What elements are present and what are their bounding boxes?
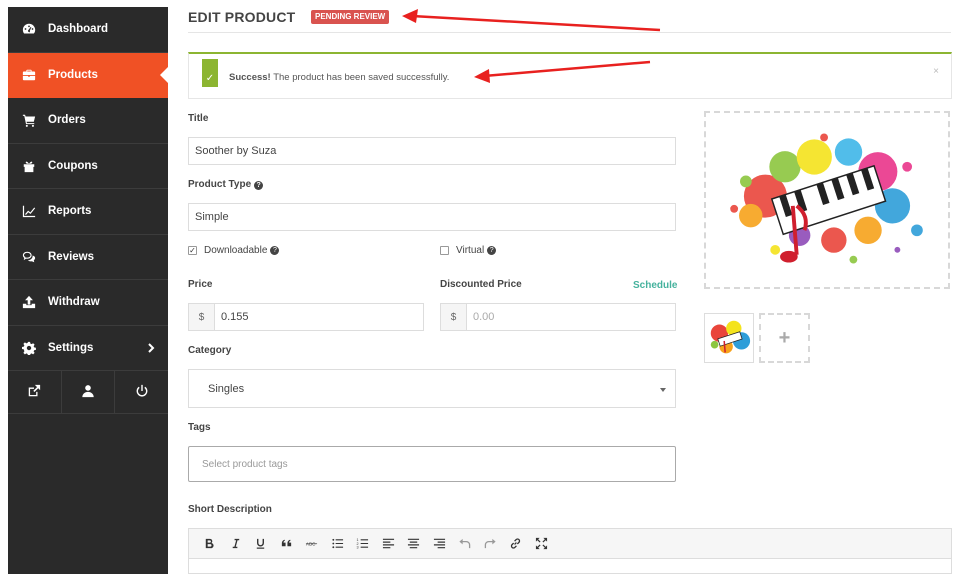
question-icon[interactable]: ?: [487, 246, 497, 255]
gear-icon: [22, 341, 48, 355]
cart-icon: [22, 113, 48, 128]
briefcase-icon: [22, 68, 48, 82]
featured-image[interactable]: [704, 111, 950, 289]
alert-message: Success! The product has been saved succ…: [229, 72, 449, 83]
blockquote-icon[interactable]: [274, 533, 300, 555]
virtual-checkbox[interactable]: Virtual ?: [440, 245, 497, 256]
sidebar-item-label: Orders: [48, 114, 86, 127]
italic-icon[interactable]: [223, 533, 249, 555]
sidebar-item-label: Reviews: [48, 250, 95, 263]
chart-icon: [22, 204, 48, 218]
virtual-label: Virtual: [456, 245, 485, 256]
question-icon[interactable]: ?: [254, 181, 264, 190]
align-left-icon[interactable]: [376, 533, 402, 555]
sidebar-item-reviews[interactable]: Reviews: [8, 235, 168, 280]
align-right-icon[interactable]: [427, 533, 453, 555]
sidebar-item-products[interactable]: Products: [8, 52, 169, 98]
discounted-price-label: Discounted Price: [440, 279, 522, 290]
chevron-right-icon: [146, 343, 156, 353]
sidebar-tools: [8, 371, 168, 414]
sidebar-item-withdraw[interactable]: Withdraw: [8, 280, 168, 326]
visit-store-button[interactable]: [8, 371, 62, 413]
sidebar-item-label: Dashboard: [48, 23, 109, 36]
downloadable-checkbox[interactable]: ✓ Downloadable ?: [188, 245, 280, 256]
sidebar-item-reports[interactable]: Reports: [8, 189, 168, 235]
downloadable-label: Downloadable: [204, 245, 268, 256]
success-alert: ✓ Success! The product has been saved su…: [188, 52, 952, 99]
svg-text:3: 3: [357, 546, 359, 550]
editor-toolbar: ABC 123: [189, 529, 951, 559]
numbered-list-icon[interactable]: 123: [350, 533, 376, 555]
price-label: Price: [188, 279, 213, 290]
alert-close-button[interactable]: ×: [933, 66, 939, 77]
product-image-paint-splash: [730, 133, 923, 264]
sidebar-item-orders[interactable]: Orders: [8, 98, 168, 144]
sidebar-item-label: Reports: [48, 205, 92, 218]
upload-icon: [22, 295, 48, 309]
title-input[interactable]: Soother by Suza: [188, 137, 676, 165]
checkmark-icon: ✓: [202, 59, 218, 87]
annotation-arrow-badge: [411, 14, 661, 32]
sidebar-item-label: Coupons: [48, 159, 98, 172]
fullscreen-icon[interactable]: [529, 533, 555, 555]
thumbnail-image: [710, 320, 751, 354]
comments-icon: [22, 250, 48, 264]
sidebar-item-label: Settings: [48, 341, 94, 354]
title-label: Title: [188, 113, 209, 124]
tags-input[interactable]: Select product tags: [188, 446, 676, 482]
header-divider: [188, 32, 951, 33]
status-badge: PENDING REVIEW: [311, 10, 390, 24]
short-description-label: Short Description: [188, 504, 272, 515]
arrow-head-icon: [402, 9, 418, 23]
gallery-thumbnail[interactable]: [704, 313, 754, 363]
product-type-label-text: Product Type: [188, 179, 252, 190]
link-icon[interactable]: [503, 533, 529, 555]
sidebar-item-coupons[interactable]: Coupons: [8, 144, 168, 189]
checkbox-unchecked-icon[interactable]: [440, 246, 449, 255]
alert-text: The product has been saved successfully.: [270, 72, 450, 83]
alert-strong: Success!: [229, 72, 271, 83]
external-link-icon: [27, 384, 41, 401]
align-center-icon[interactable]: [401, 533, 427, 555]
short-description-editor[interactable]: ABC 123: [188, 528, 952, 574]
currency-addon: $: [440, 303, 466, 331]
gift-icon: [22, 159, 48, 173]
tags-label: Tags: [188, 422, 211, 433]
bold-icon[interactable]: [197, 533, 223, 555]
checkbox-checked-icon[interactable]: ✓: [188, 246, 197, 255]
price-input[interactable]: 0.155: [214, 303, 424, 331]
product-type-select[interactable]: Simple: [188, 203, 676, 231]
logout-button[interactable]: [115, 371, 168, 413]
category-select[interactable]: Singles: [188, 369, 676, 408]
bullet-list-icon[interactable]: [325, 533, 351, 555]
sidebar-item-dashboard[interactable]: Dashboard: [8, 7, 168, 53]
sidebar: Dashboard Products Orders Coupons Report…: [8, 7, 169, 574]
question-icon[interactable]: ?: [270, 246, 280, 255]
profile-button[interactable]: [62, 371, 116, 413]
add-gallery-image-button[interactable]: +: [759, 313, 810, 363]
underline-icon[interactable]: [248, 533, 274, 555]
category-value: Singles: [208, 382, 245, 395]
caret-down-icon: [660, 388, 666, 392]
sidebar-item-settings[interactable]: Settings: [8, 326, 168, 371]
category-label: Category: [188, 345, 232, 356]
sidebar-item-label: Withdraw: [48, 296, 100, 309]
undo-icon[interactable]: [452, 533, 478, 555]
dashboard-icon: [22, 22, 48, 36]
strikethrough-icon[interactable]: ABC: [299, 533, 325, 555]
discounted-price-input[interactable]: 0.00: [466, 303, 676, 331]
schedule-link[interactable]: Schedule: [633, 280, 677, 291]
sidebar-item-label: Products: [48, 68, 98, 81]
currency-addon: $: [188, 303, 214, 331]
power-icon: [135, 384, 149, 401]
user-icon: [81, 384, 95, 401]
product-type-label: Product Type?: [188, 179, 264, 190]
redo-icon[interactable]: [478, 533, 504, 555]
page-title: EDIT PRODUCT: [188, 9, 296, 25]
